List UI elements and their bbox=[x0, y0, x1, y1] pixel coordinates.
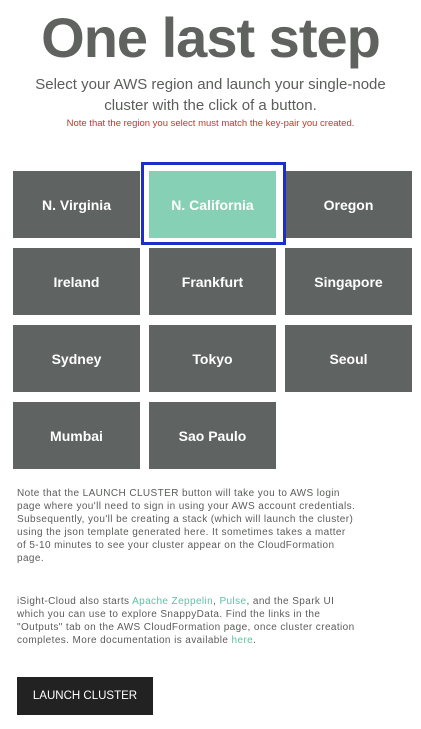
region-sao-paulo[interactable]: Sao Paulo bbox=[149, 402, 276, 469]
services-note: iSight-Cloud also starts Apache Zeppelin… bbox=[17, 595, 357, 647]
page-subtitle: Select your AWS region and launch your s… bbox=[35, 76, 386, 114]
region-mumbai[interactable]: Mumbai bbox=[13, 402, 140, 469]
region-singapore[interactable]: Singapore bbox=[285, 248, 412, 315]
region-tokyo[interactable]: Tokyo bbox=[149, 325, 276, 392]
region-frankfurt[interactable]: Frankfurt bbox=[149, 248, 276, 315]
region-grid: N. Virginia N. California Oregon Ireland… bbox=[13, 171, 412, 469]
region-oregon[interactable]: Oregon bbox=[285, 171, 412, 238]
documentation-link[interactable]: here bbox=[232, 635, 254, 646]
key-pair-warning: Note that the region you select must mat… bbox=[66, 118, 355, 129]
region-n-virginia[interactable]: N. Virginia bbox=[13, 171, 140, 238]
launch-note: Note that the LAUNCH CLUSTER button will… bbox=[17, 488, 356, 564]
region-sydney[interactable]: Sydney bbox=[13, 325, 140, 392]
region-n-california[interactable]: N. California bbox=[149, 171, 276, 238]
services-note-start: iSight-Cloud also starts bbox=[17, 596, 133, 607]
services-note-end: . bbox=[253, 635, 257, 646]
apache-zeppelin-link[interactable]: Apache Zeppelin bbox=[132, 596, 213, 607]
pulse-link[interactable]: Pulse bbox=[219, 596, 246, 607]
page-title: One last step bbox=[41, 6, 381, 69]
region-seoul[interactable]: Seoul bbox=[285, 325, 412, 392]
launch-cluster-button[interactable]: LAUNCH CLUSTER bbox=[17, 677, 153, 715]
region-ireland[interactable]: Ireland bbox=[13, 248, 140, 315]
